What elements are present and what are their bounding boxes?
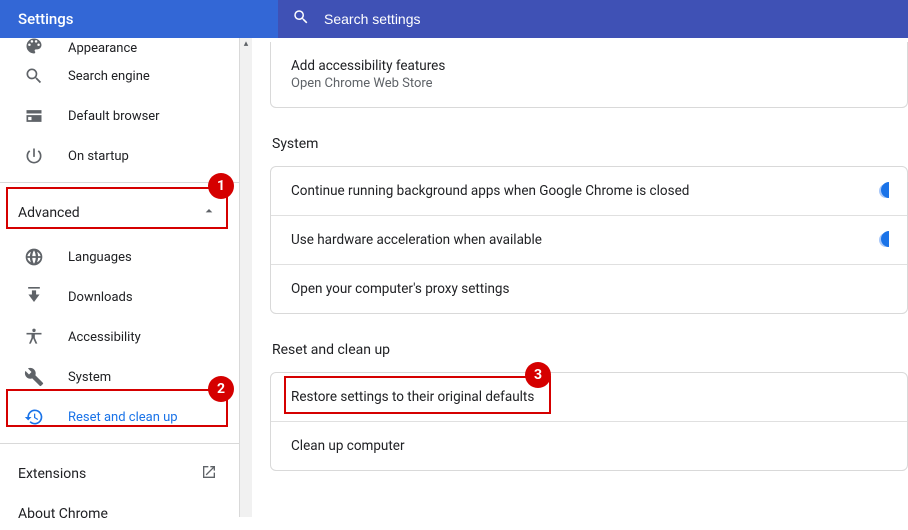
sidebar-item-system[interactable]: System [0, 357, 239, 397]
paint-icon [24, 36, 44, 56]
sidebar-item-label: Languages [68, 250, 132, 265]
sidebar-item-label: Search engine [68, 69, 150, 84]
sidebar-item-accessibility[interactable]: Accessibility [0, 317, 239, 357]
sidebar-item-label: Accessibility [68, 330, 141, 345]
sidebar-item-label: System [68, 370, 111, 385]
open-in-new-icon [201, 464, 217, 484]
system-row-proxy-settings[interactable]: Open your computer's proxy settings [271, 264, 907, 313]
sidebar-item-downloads[interactable]: Downloads [0, 277, 239, 317]
restore-icon [24, 407, 44, 427]
sidebar-link-label: About Chrome [18, 506, 108, 522]
sidebar-item-label: Default browser [68, 109, 160, 124]
system-row-background-apps[interactable]: Continue running background apps when Go… [271, 167, 907, 215]
row-label: Continue running background apps when Go… [291, 183, 689, 199]
sidebar-item-label: Appearance [68, 41, 137, 56]
section-title-system: System [272, 136, 908, 152]
sidebar-item-label: On startup [68, 149, 129, 164]
search-bar[interactable] [278, 0, 908, 38]
accessibility-features-card[interactable]: Add accessibility features Open Chrome W… [270, 42, 908, 108]
search-input[interactable] [310, 11, 908, 27]
search-icon [24, 66, 44, 86]
download-icon [24, 287, 44, 307]
sidebar-item-search-engine[interactable]: Search engine [0, 56, 239, 96]
globe-icon [24, 247, 44, 267]
row-label: Open your computer's proxy settings [291, 281, 509, 297]
browser-icon [24, 106, 44, 126]
system-card: Continue running background apps when Go… [270, 166, 908, 314]
divider [0, 182, 239, 183]
row-label: Use hardware acceleration when available [291, 232, 542, 248]
sidebar-item-appearance[interactable]: Appearance [0, 32, 239, 56]
accessibility-icon [24, 327, 44, 347]
row-label: Restore settings to their original defau… [291, 389, 534, 405]
search-icon [292, 8, 310, 30]
sidebar-item-label: Downloads [68, 290, 133, 305]
content-pane: Add accessibility features Open Chrome W… [252, 38, 908, 517]
sidebar-link-extensions[interactable]: Extensions [0, 450, 239, 498]
sidebar-item-on-startup[interactable]: On startup [0, 136, 239, 176]
scroll-up-icon[interactable]: ▴ [240, 38, 252, 50]
sidebar-item-label: Reset and clean up [68, 410, 178, 425]
sidebar-item-languages[interactable]: Languages [0, 237, 239, 277]
toggle-switch[interactable] [879, 184, 889, 198]
toggle-switch[interactable] [879, 233, 889, 247]
power-icon [24, 146, 44, 166]
sidebar-item-default-browser[interactable]: Default browser [0, 96, 239, 136]
sidebar-section-advanced[interactable]: Advanced [0, 189, 239, 237]
sidebar-link-about-chrome[interactable]: About Chrome [0, 498, 239, 530]
sidebar-link-label: Extensions [18, 466, 86, 482]
sidebar-item-reset-and-clean-up[interactable]: Reset and clean up [0, 397, 239, 437]
row-label: Clean up computer [291, 438, 405, 454]
reset-row-clean-up-computer[interactable]: Clean up computer [271, 421, 907, 470]
reset-card: Restore settings to their original defau… [270, 372, 908, 471]
wrench-icon [24, 367, 44, 387]
reset-row-restore-defaults[interactable]: Restore settings to their original defau… [271, 373, 907, 421]
section-title-reset: Reset and clean up [272, 342, 908, 358]
divider [0, 443, 239, 444]
card-subtitle: Open Chrome Web Store [291, 76, 887, 91]
card-title: Add accessibility features [291, 58, 887, 74]
sidebar-section-label: Advanced [18, 205, 80, 221]
system-row-hardware-acceleration[interactable]: Use hardware acceleration when available [271, 215, 907, 264]
chevron-up-icon [201, 203, 217, 223]
sidebar-scrollbar[interactable]: ▴ [240, 38, 252, 517]
sidebar: Appearance Search engine Default browser… [0, 38, 240, 517]
